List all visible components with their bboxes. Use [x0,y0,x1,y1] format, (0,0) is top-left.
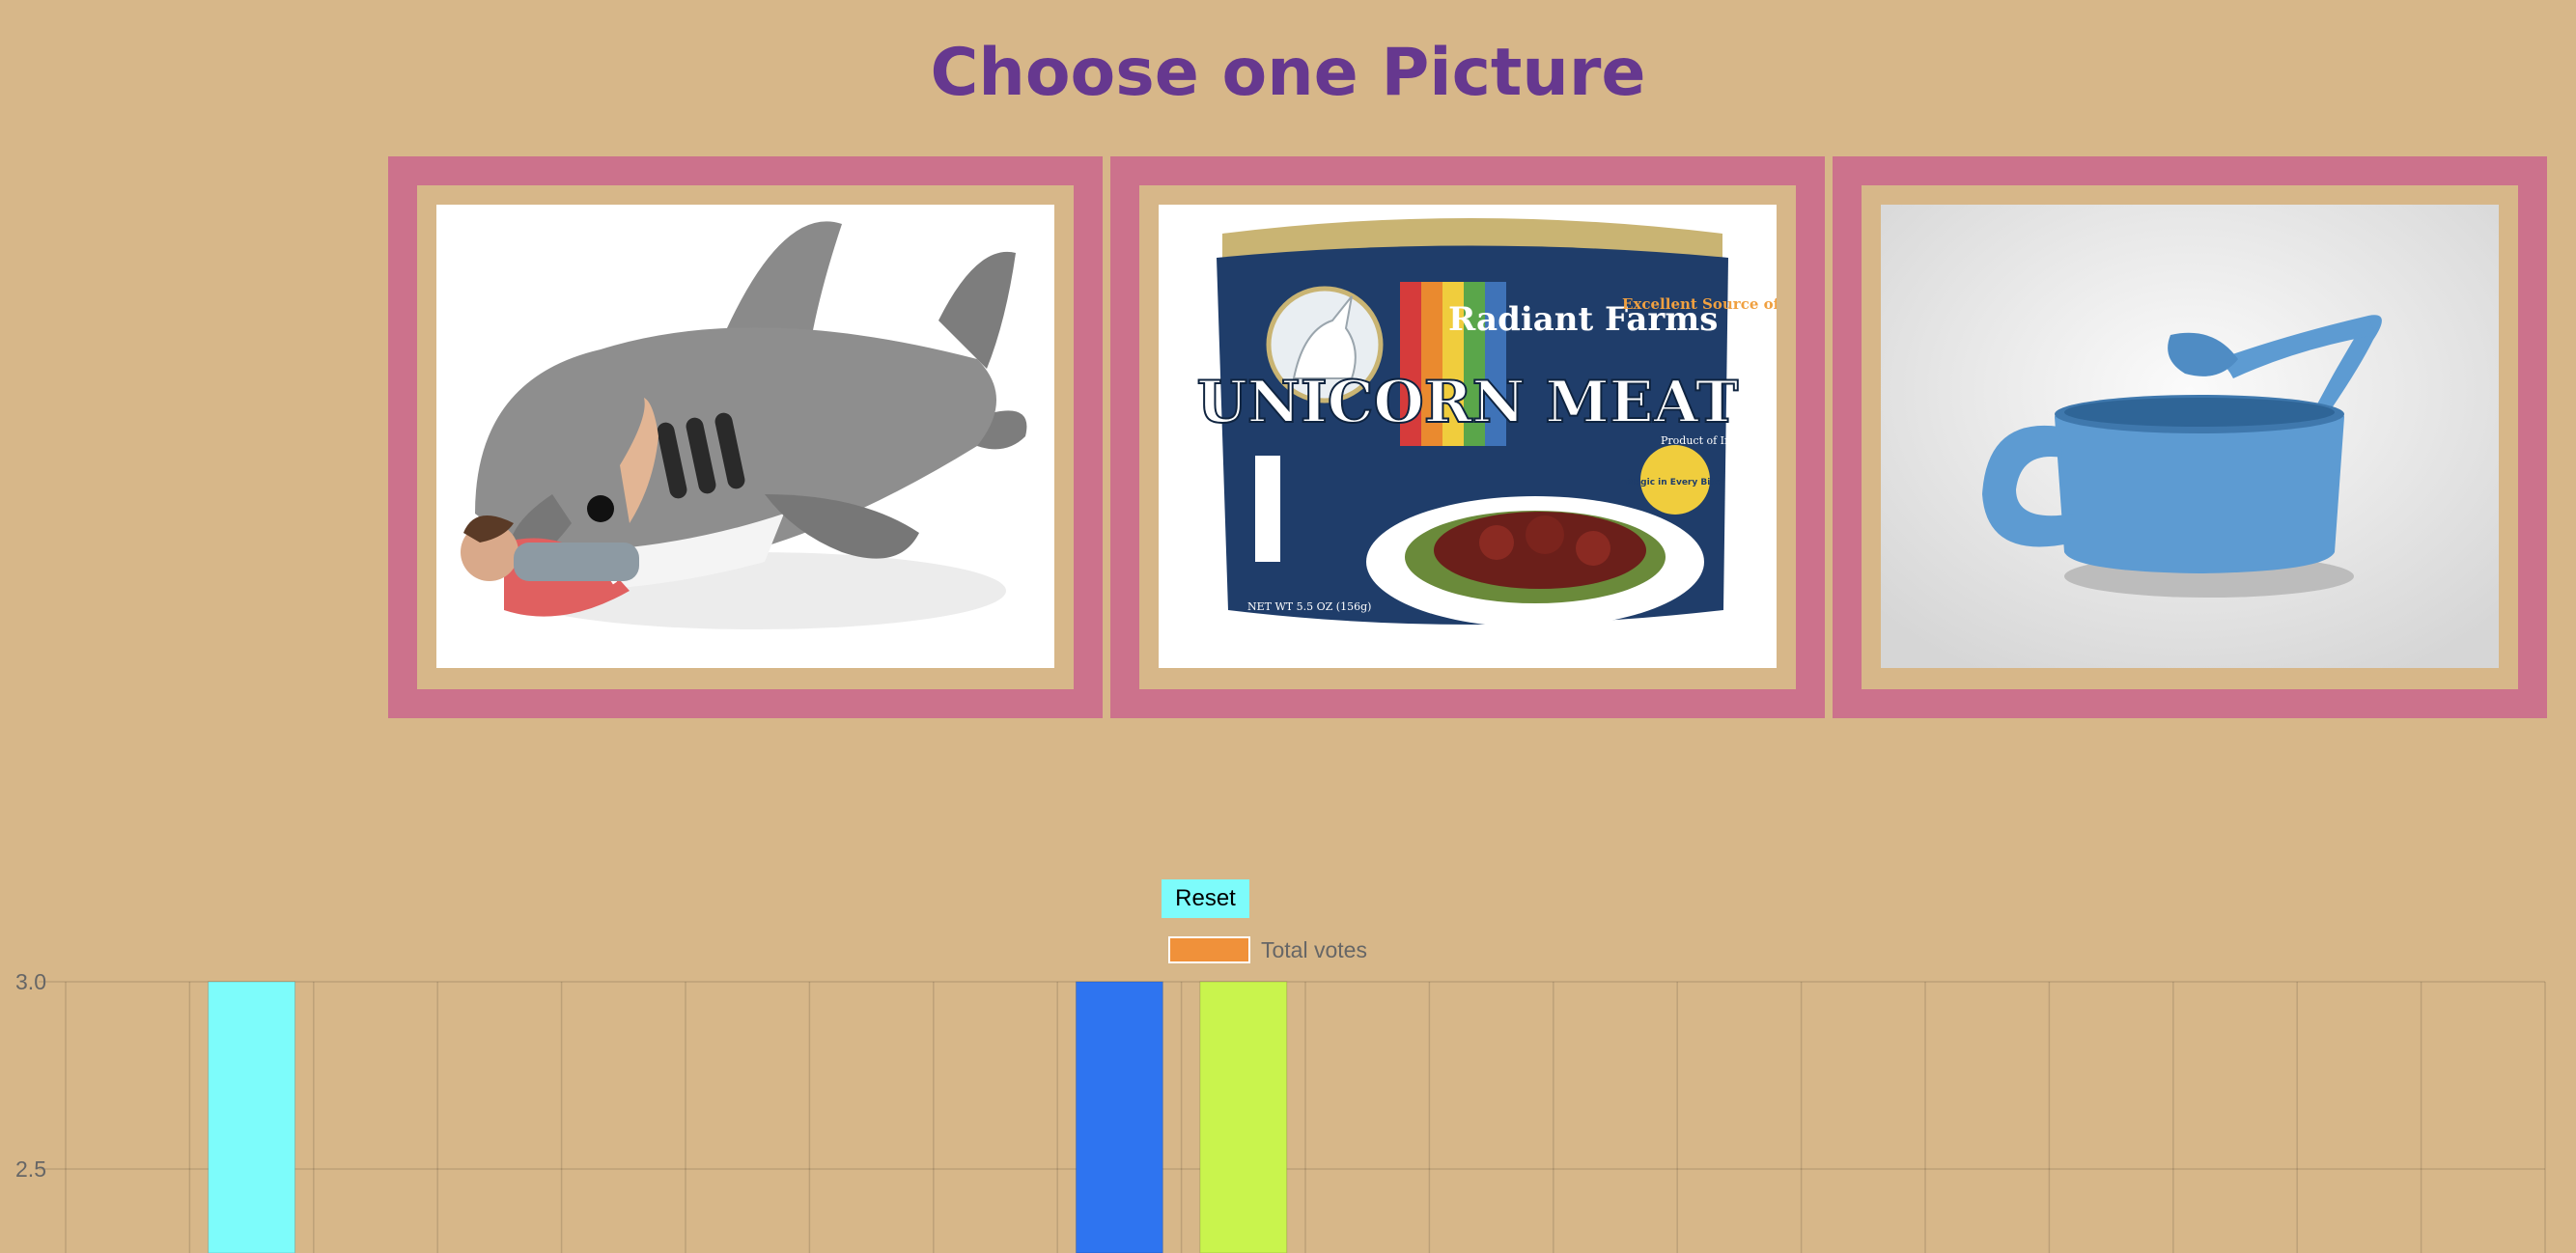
votes-bar-chart: 3.0 2.5 Total votes [15,936,2546,1253]
watering-can-image [1881,205,2499,668]
y-tick-label: 3.0 [15,969,46,994]
picture-option-watering-can[interactable] [1833,156,2547,718]
reset-button[interactable]: Reset [1162,879,1249,918]
can-badge-text: Magic in Every Bite! [1626,478,1724,487]
bar-9 [1199,981,1288,1253]
unicorn-meat-can-image: Radiant Farms Excellent Source of Sparkl… [1159,205,1777,668]
can-weight-text: NET WT 5.5 OZ (156g) [1247,600,1371,613]
chart-grid [39,981,2546,1253]
chart-legend: Total votes [1168,936,1367,963]
bar-8 [1075,981,1163,1253]
page-title: Choose one Picture [930,35,1646,111]
picture-option-shark[interactable] [388,156,1103,718]
can-title-text: UNICORN MEAT [1197,369,1739,436]
picture-mat [1862,185,2518,689]
y-axis-ticks: 3.0 2.5 [15,969,46,1182]
legend-swatch [1168,936,1250,963]
picture-mat [417,185,1074,689]
can-tagline-text: Excellent Source of Sparkles [1622,295,1777,313]
picture-mat: Radiant Farms Excellent Source of Sparkl… [1139,185,1796,689]
y-tick-label: 2.5 [15,1156,46,1182]
chart-bars [208,981,1288,1253]
bar-1 [208,981,296,1253]
legend-label: Total votes [1261,937,1367,962]
shark-sleeping-bag-image [436,205,1054,668]
picture-option-unicorn-meat[interactable]: Radiant Farms Excellent Source of Sparkl… [1110,156,1825,718]
